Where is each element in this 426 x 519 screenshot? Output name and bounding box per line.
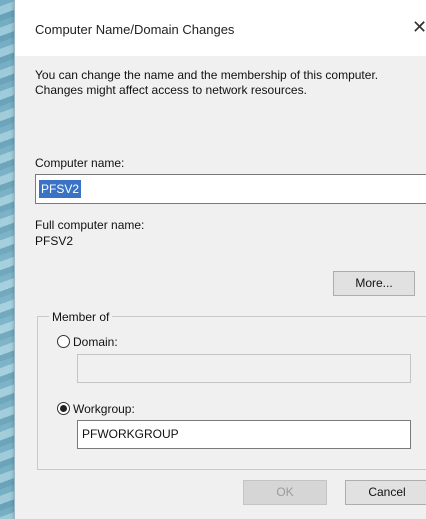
member-of-legend: Member of: [49, 310, 113, 324]
workgroup-radio[interactable]: [57, 402, 70, 415]
computer-name-dialog: Computer Name/Domain Changes ✕ You can c…: [14, 0, 426, 519]
full-name-label: Full computer name:: [35, 218, 145, 232]
domain-label: Domain:: [73, 335, 118, 349]
full-name-value: PFSV2: [35, 234, 74, 248]
close-icon[interactable]: ✕: [412, 18, 426, 36]
workgroup-input[interactable]: PFWORKGROUP: [77, 420, 411, 449]
computer-name-value: PFSV2: [39, 180, 82, 198]
title-bar: Computer Name/Domain Changes ✕: [15, 0, 426, 56]
computer-name-input[interactable]: PFSV2: [35, 174, 426, 204]
ok-button[interactable]: OK: [243, 480, 327, 505]
domain-radio[interactable]: [57, 335, 70, 348]
computer-name-label: Computer name:: [35, 156, 125, 170]
more-button[interactable]: More...: [333, 271, 415, 296]
cancel-button[interactable]: Cancel: [345, 480, 426, 505]
domain-input[interactable]: [77, 354, 411, 383]
workgroup-label: Workgroup:: [73, 402, 135, 416]
dialog-description: You can change the name and the membersh…: [35, 68, 379, 97]
dialog-title: Computer Name/Domain Changes: [35, 22, 235, 37]
